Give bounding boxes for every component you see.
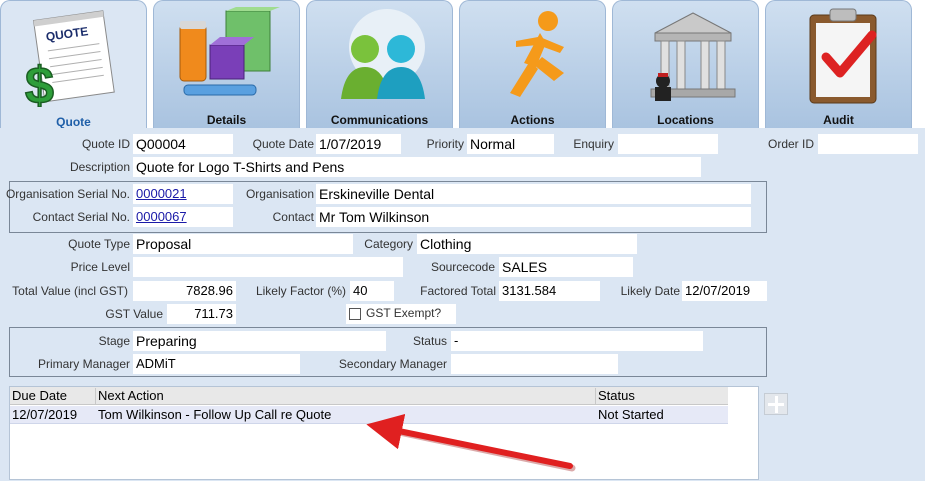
annotation-arrow (366, 413, 576, 472)
